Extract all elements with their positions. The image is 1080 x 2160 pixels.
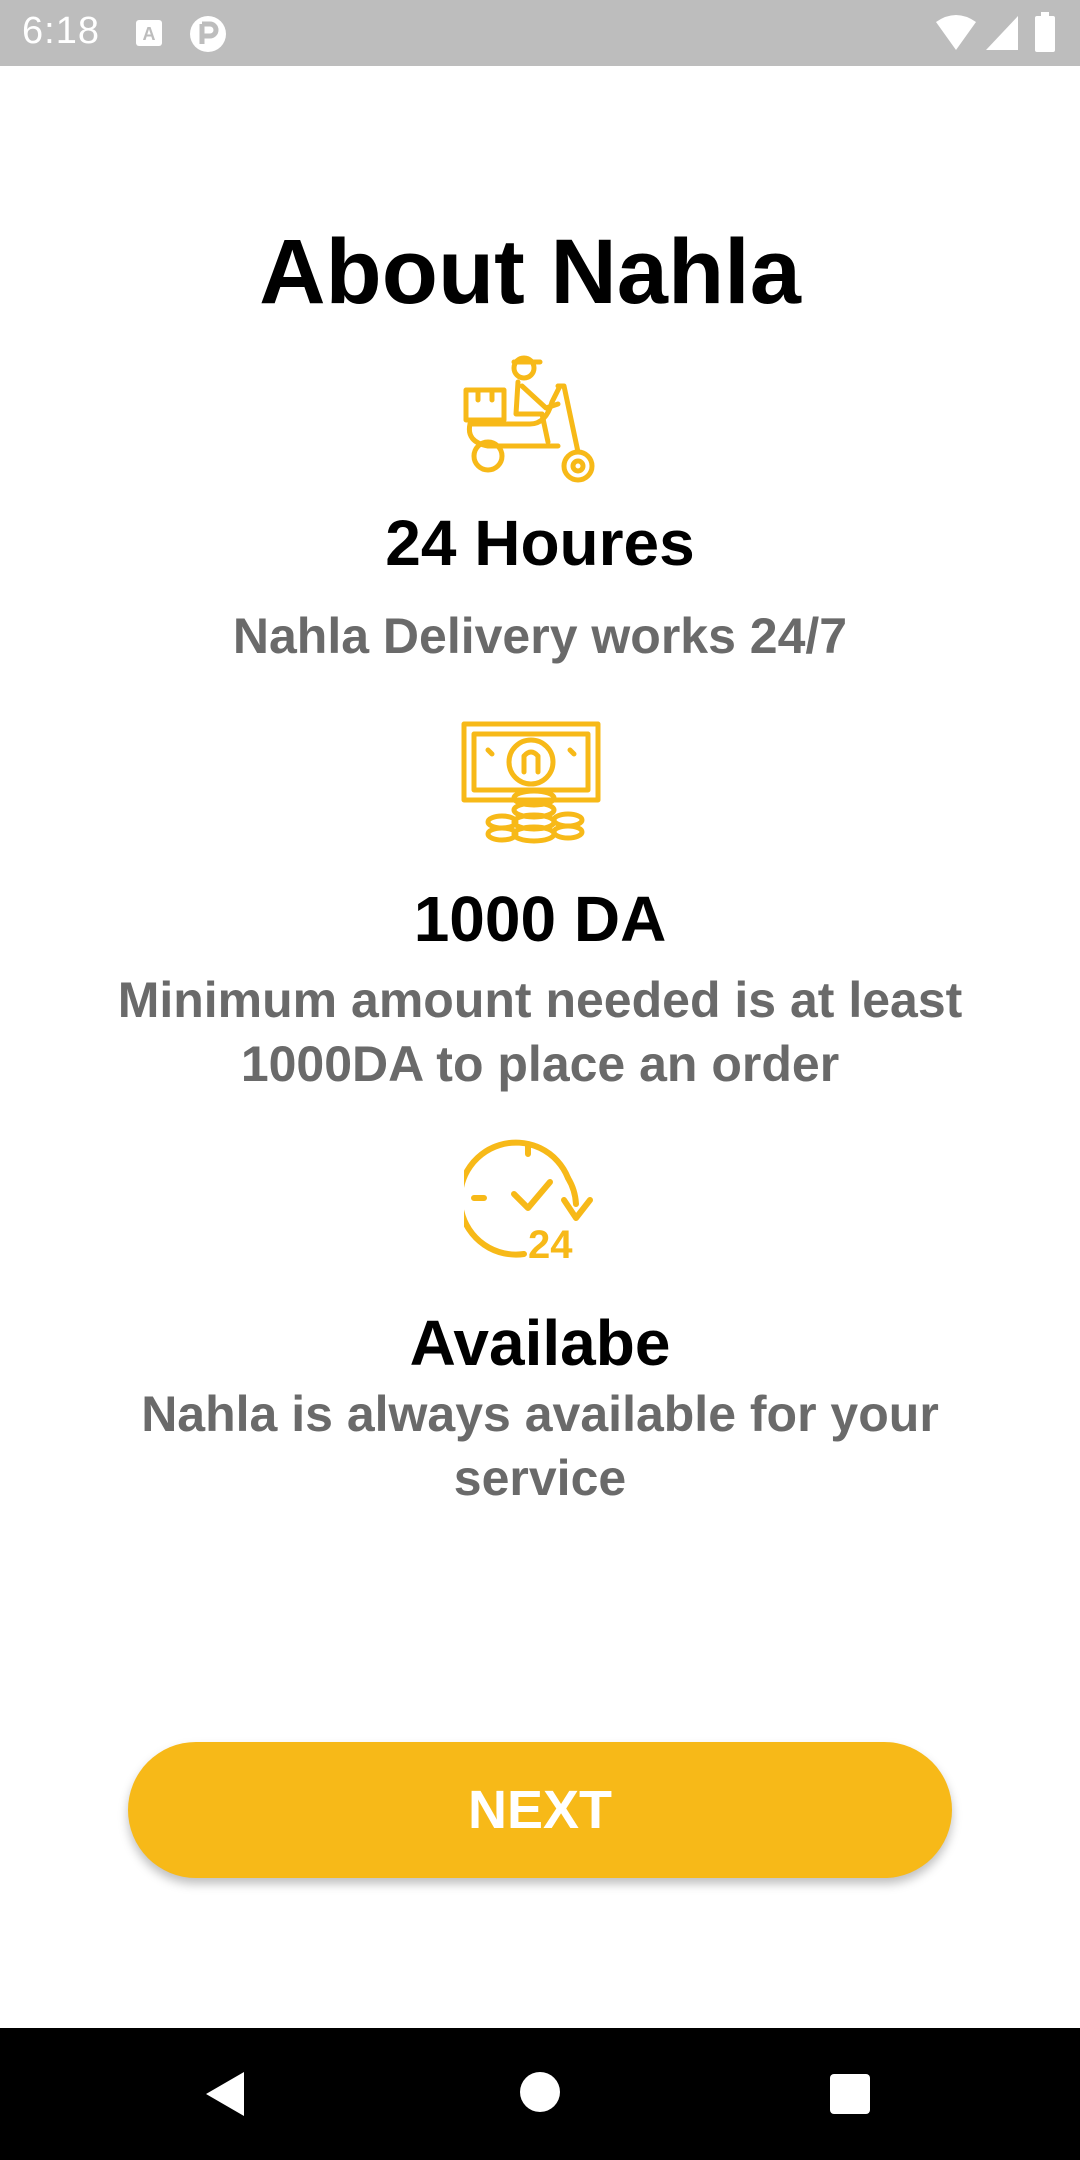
navigation-bar: [0, 2028, 1080, 2160]
page-title: About Nahla: [259, 221, 801, 323]
feature-description-available: Nahla is always available for your servi…: [141, 1386, 939, 1506]
battery-icon: [1035, 12, 1055, 52]
back-icon[interactable]: [200, 2068, 250, 2120]
feature-heading-available: Availabe: [409, 1307, 671, 1379]
feature-description-hours: Nahla Delivery works 24/7: [232, 608, 848, 664]
text-app-icon: A: [136, 20, 162, 46]
signal-icon: [986, 16, 1018, 50]
status-time: 6:18: [22, 10, 100, 52]
privacy-app-icon: [190, 16, 226, 52]
feature-description-amount: Minimum amount needed is at least 1000DA…: [117, 972, 963, 1092]
clock-24-icon: 24: [464, 1139, 593, 1260]
next-button[interactable]: NEXT: [128, 1742, 952, 1878]
money-coins-icon: [461, 721, 601, 844]
home-icon[interactable]: [518, 2070, 562, 2114]
feature-heading-hours: 24 Houres: [385, 507, 695, 579]
clock-24-label: 24: [528, 1223, 573, 1260]
status-bar: 6:18 A: [0, 0, 1080, 66]
recents-icon[interactable]: [828, 2072, 872, 2116]
delivery-scooter-icon: [463, 355, 595, 483]
feature-heading-amount: 1000 DA: [413, 883, 667, 955]
wifi-icon: [936, 15, 976, 50]
svg-text:A: A: [143, 24, 156, 44]
